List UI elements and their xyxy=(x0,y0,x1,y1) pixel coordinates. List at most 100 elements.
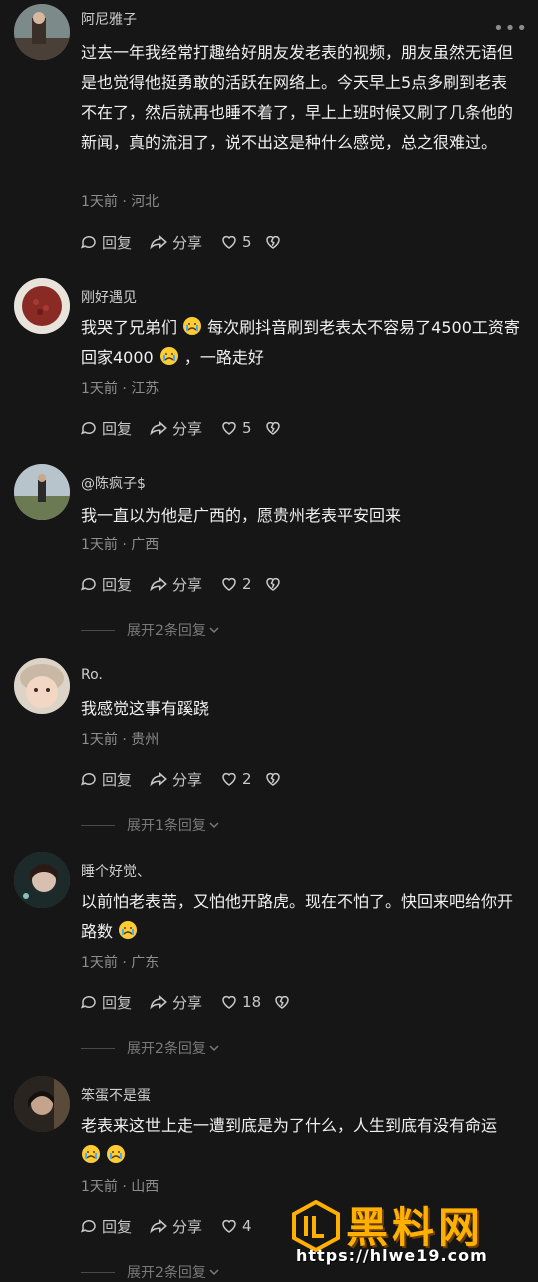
avatar[interactable] xyxy=(14,4,70,60)
chevron-down-icon xyxy=(209,1045,219,1052)
share-icon xyxy=(150,235,167,250)
avatar[interactable] xyxy=(14,658,70,714)
expand-replies-button[interactable]: 展开2条回复 xyxy=(81,620,220,640)
heart-icon xyxy=(222,235,236,249)
username[interactable]: 刚好遇见 xyxy=(81,287,137,307)
heart-icon xyxy=(222,421,236,435)
reply-button[interactable]: 回复 xyxy=(80,992,132,1013)
reply-label: 回复 xyxy=(102,1217,133,1236)
comment-actions: 回复 分享 5 xyxy=(80,416,300,440)
broken-heart-icon xyxy=(275,995,289,1009)
reply-button[interactable]: 回复 xyxy=(80,232,132,253)
username[interactable]: 笨蛋不是蛋 xyxy=(81,1085,151,1105)
dislike-button[interactable] xyxy=(264,770,282,788)
dislike-button[interactable] xyxy=(264,575,282,593)
like-count: 5 xyxy=(242,233,252,251)
username[interactable]: Ro. xyxy=(81,667,103,683)
heart-icon xyxy=(222,1219,236,1233)
expand-replies-label: 展开2条回复 xyxy=(127,1265,206,1281)
crying-emoji-icon xyxy=(159,346,179,366)
broken-heart-icon xyxy=(265,577,280,591)
comment-actions: 回复 分享 5 xyxy=(80,230,300,254)
like-button[interactable]: 18 xyxy=(220,993,261,1011)
reply-button[interactable]: 回复 xyxy=(80,1216,132,1237)
expand-replies-button[interactable]: 展开2条回复 xyxy=(81,1038,220,1058)
expand-replies-button[interactable]: 展开2条回复 xyxy=(81,1262,220,1282)
crying-emoji-icon xyxy=(81,1144,101,1164)
chevron-down-icon xyxy=(209,822,219,829)
reply-icon xyxy=(80,236,96,249)
watermark-logo-icon xyxy=(292,1200,340,1252)
share-button[interactable]: 分享 xyxy=(150,574,202,595)
like-count: 18 xyxy=(242,993,262,1011)
dislike-button[interactable] xyxy=(264,233,282,251)
share-icon xyxy=(150,1219,167,1234)
broken-heart-icon xyxy=(265,772,280,786)
share-button[interactable]: 分享 xyxy=(150,232,202,253)
reply-button[interactable]: 回复 xyxy=(80,769,132,790)
username[interactable]: @陈疯子$ xyxy=(81,473,146,493)
reply-button[interactable]: 回复 xyxy=(80,574,132,595)
reply-icon xyxy=(80,996,96,1009)
more-options-icon[interactable]: ••• xyxy=(493,18,528,39)
crying-emoji-icon xyxy=(118,920,138,940)
like-button[interactable]: 4 xyxy=(220,1217,252,1235)
avatar[interactable] xyxy=(14,278,70,334)
heart-icon xyxy=(222,772,236,786)
expand-replies-label: 展开2条回复 xyxy=(127,1041,206,1057)
share-button[interactable]: 分享 xyxy=(150,418,202,439)
comment-text: 我感觉这事有蹊跷 xyxy=(81,699,210,718)
comment-actions: 回复 分享 2 xyxy=(80,572,300,596)
share-button[interactable]: 分享 xyxy=(150,1216,202,1237)
comment-actions: 回复 分享 4 xyxy=(80,1214,264,1238)
reply-label: 回复 xyxy=(102,419,133,438)
divider xyxy=(81,824,115,826)
divider xyxy=(81,629,115,631)
broken-heart-icon xyxy=(265,421,280,435)
share-label: 分享 xyxy=(172,993,203,1012)
username[interactable]: 阿尼雅子 xyxy=(81,9,137,29)
comment-meta: 1天前 · 广东 xyxy=(81,955,160,971)
reply-icon xyxy=(80,578,96,591)
divider xyxy=(81,1047,115,1049)
comment-actions: 回复 分享 18 xyxy=(80,990,309,1014)
share-label: 分享 xyxy=(172,233,203,252)
username[interactable]: 睡个好觉、 xyxy=(81,861,151,881)
expand-replies-label: 展开1条回复 xyxy=(127,818,206,834)
comment-meta: 1天前 · 贵州 xyxy=(81,732,160,748)
share-button[interactable]: 分享 xyxy=(150,769,202,790)
reply-icon xyxy=(80,773,96,786)
comment-meta: 1天前 · 江苏 xyxy=(81,381,160,397)
share-label: 分享 xyxy=(172,770,203,789)
dislike-button[interactable] xyxy=(273,993,291,1011)
heart-icon xyxy=(222,995,236,1009)
divider xyxy=(81,1271,115,1273)
watermark: 黑料网 https://hlwe19.com xyxy=(290,1194,530,1274)
comment-text: 以前怕老表苦，又怕他开路虎。现在不怕了。快回来吧给你开路数 xyxy=(81,892,514,941)
avatar[interactable] xyxy=(14,464,70,520)
like-count: 5 xyxy=(242,419,252,437)
share-icon xyxy=(150,995,167,1010)
comment-text: 老表来这世上走一遭到底是为了什么，人生到底有没有命运 xyxy=(81,1111,521,1171)
comment-meta: 1天前 · 河北 xyxy=(81,194,160,210)
reply-button[interactable]: 回复 xyxy=(80,418,132,439)
dislike-button[interactable] xyxy=(264,419,282,437)
broken-heart-icon xyxy=(265,235,280,249)
heart-icon xyxy=(222,577,236,591)
like-button[interactable]: 5 xyxy=(220,419,252,437)
share-label: 分享 xyxy=(172,419,203,438)
like-button[interactable]: 5 xyxy=(220,233,252,251)
expand-replies-label: 展开2条回复 xyxy=(127,623,206,639)
avatar[interactable] xyxy=(14,1076,70,1132)
share-button[interactable]: 分享 xyxy=(150,992,202,1013)
reply-label: 回复 xyxy=(102,575,133,594)
like-button[interactable]: 2 xyxy=(220,770,252,788)
share-label: 分享 xyxy=(172,575,203,594)
expand-replies-button[interactable]: 展开1条回复 xyxy=(81,815,220,835)
reply-label: 回复 xyxy=(102,233,133,252)
like-count: 2 xyxy=(242,770,252,788)
avatar[interactable] xyxy=(14,852,70,908)
like-button[interactable]: 2 xyxy=(220,575,252,593)
share-label: 分享 xyxy=(172,1217,203,1236)
comment-text: 我一直以为他是广西的，愿贵州老表平安回来 xyxy=(81,506,402,525)
